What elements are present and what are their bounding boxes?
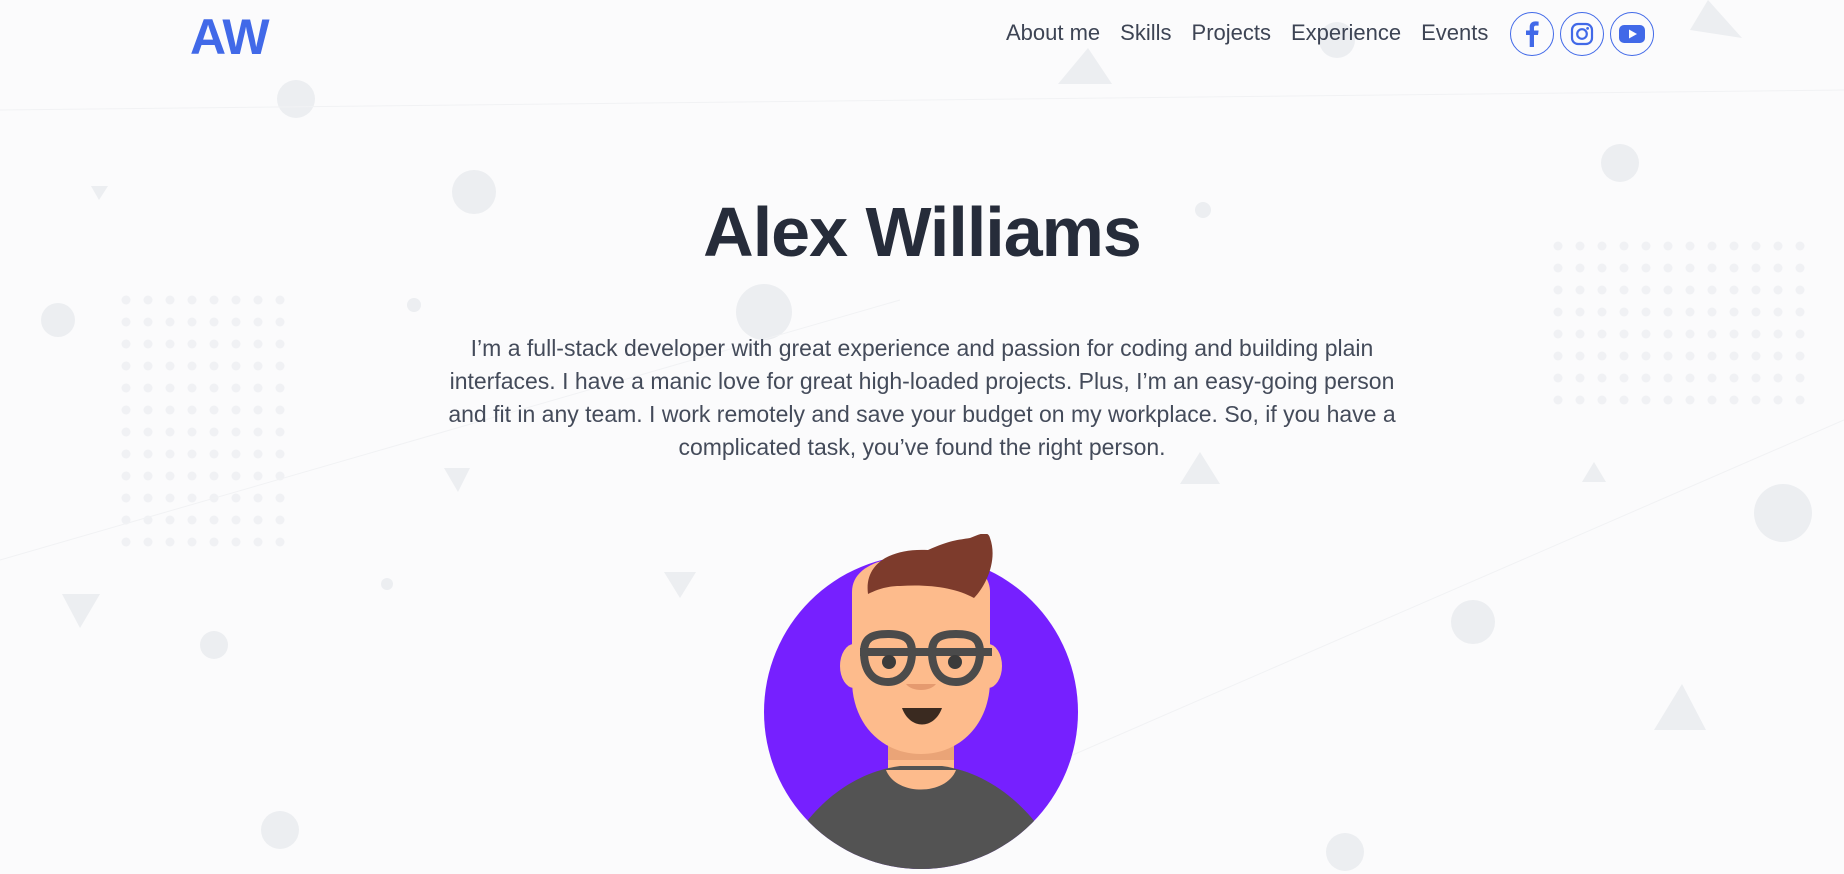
instagram-icon [1570,22,1594,46]
instagram-button[interactable] [1560,12,1604,56]
nav-item-experience[interactable]: Experience [1291,20,1401,46]
top-navigation: AW About me Skills Projects Experience E… [0,0,1844,72]
youtube-icon [1619,25,1645,43]
hero-name: Alex Williams [703,193,1142,271]
avatar [764,534,1078,869]
nav-item-about-me[interactable]: About me [1006,20,1100,46]
nav-menu: About me Skills Projects Experience Even… [1006,20,1488,46]
hero-bio: I’m a full-stack developer with great ex… [448,335,1396,460]
facebook-button[interactable] [1510,12,1554,56]
facebook-icon [1526,21,1539,47]
social-links [1510,12,1654,56]
nav-item-skills[interactable]: Skills [1120,20,1171,46]
nav-item-events[interactable]: Events [1421,20,1488,46]
nav-item-projects[interactable]: Projects [1192,20,1271,46]
logo[interactable]: AW [190,8,270,66]
youtube-button[interactable] [1610,12,1654,56]
